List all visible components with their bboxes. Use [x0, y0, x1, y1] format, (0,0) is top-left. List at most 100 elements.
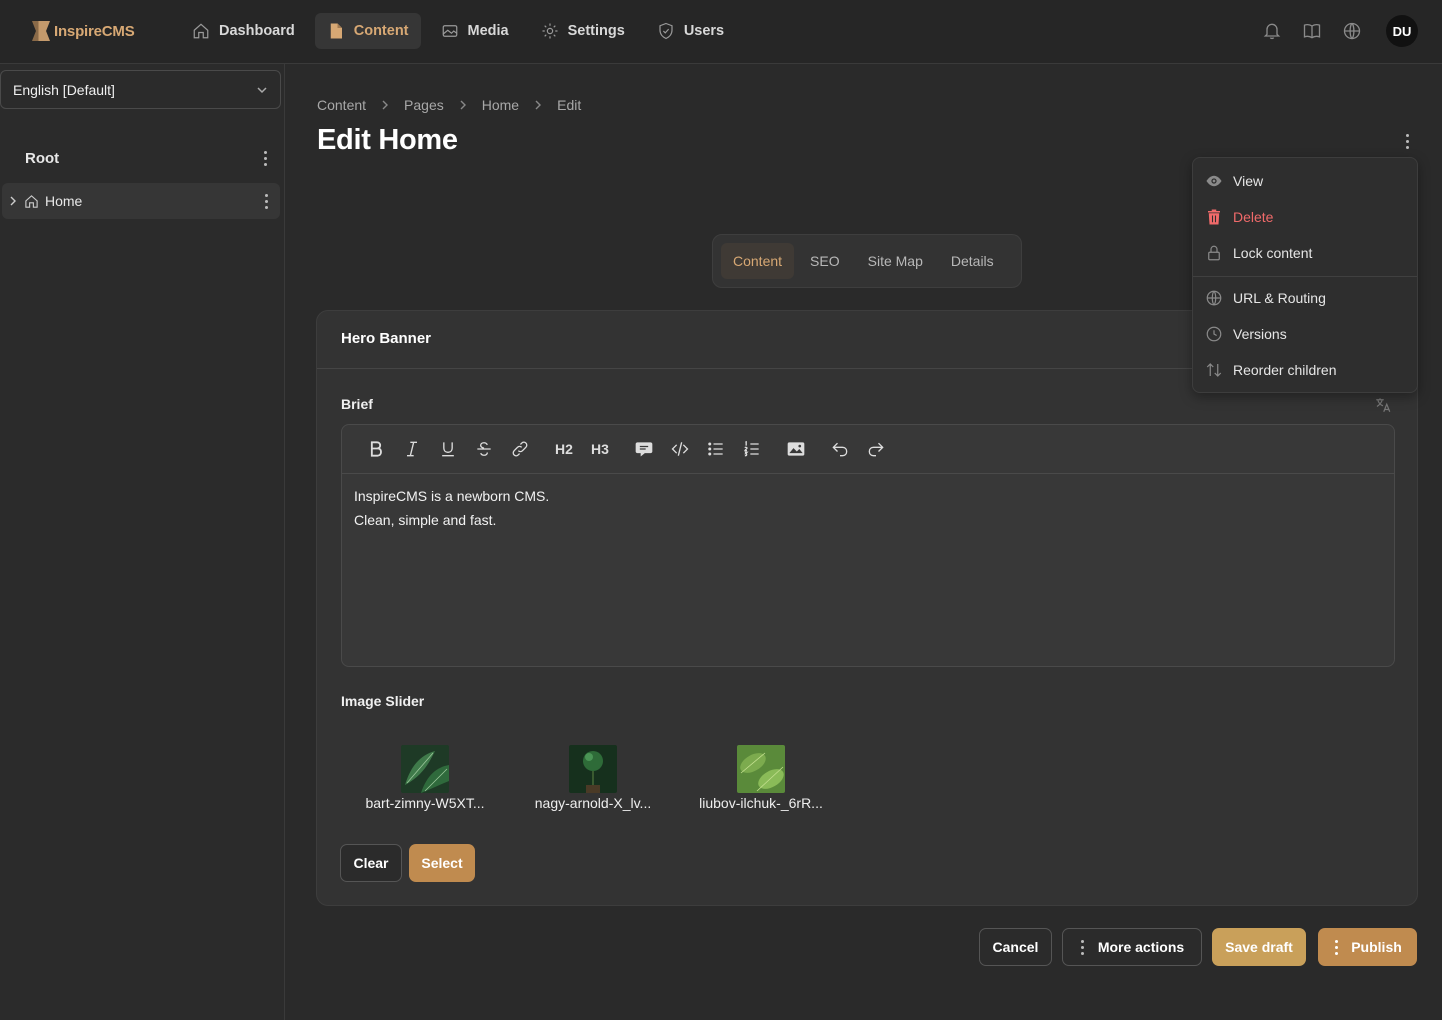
tab-site-map[interactable]: Site Map: [856, 243, 935, 279]
nav-settings[interactable]: Settings: [529, 13, 637, 49]
nav-users[interactable]: Users: [645, 13, 736, 49]
publish-label: Publish: [1351, 939, 1402, 955]
breadcrumb-pages[interactable]: Pages: [404, 97, 444, 113]
menu-item-view[interactable]: View: [1205, 172, 1263, 190]
nav-media[interactable]: Media: [429, 13, 521, 49]
tree-item-menu-icon[interactable]: [256, 191, 276, 211]
image-slider: bart-zimny-W5XT... nagy-arnold-X_lv... l…: [341, 745, 845, 811]
slider-image-item[interactable]: bart-zimny-W5XT...: [341, 745, 509, 811]
logo-icon: [32, 21, 50, 41]
page-actions-menu-icon[interactable]: [1397, 131, 1417, 151]
gear-icon: [542, 23, 558, 39]
tree-item-home[interactable]: Home: [2, 183, 280, 219]
page-actions-dropdown: View Delete Lock content URL & Routing V…: [1192, 157, 1418, 393]
strikethrough-icon[interactable]: [466, 431, 502, 467]
tab-content[interactable]: Content: [721, 243, 795, 279]
menu-divider: [1193, 276, 1417, 277]
blockquote-icon[interactable]: [626, 431, 662, 467]
sidebar: English [Default] Root Home: [0, 64, 285, 1020]
slider-image-item[interactable]: nagy-arnold-X_lv...: [509, 745, 677, 811]
menu-item-delete[interactable]: Delete: [1205, 208, 1273, 226]
nav-label: Content: [353, 23, 409, 39]
cancel-button[interactable]: Cancel: [979, 928, 1052, 966]
content-tabs: Content SEO Site Map Details: [712, 234, 1022, 288]
heading-2-button[interactable]: H2: [546, 431, 582, 467]
menu-item-label: Delete: [1233, 209, 1274, 225]
top-navigation-bar: InspireCMS Dashboard Content Media Setti…: [0, 0, 1442, 64]
heading-3-button[interactable]: H3: [582, 431, 618, 467]
undo-icon[interactable]: [822, 431, 858, 467]
breadcrumb-content[interactable]: Content: [317, 97, 366, 113]
menu-item-url-routing[interactable]: URL & Routing: [1205, 289, 1326, 307]
breadcrumb: Content Pages Home Edit: [317, 97, 581, 113]
chevron-right-icon[interactable]: [8, 196, 18, 206]
nav-label: Users: [683, 23, 725, 39]
chevron-right-icon: [535, 100, 542, 110]
ordered-list-icon[interactable]: [734, 431, 770, 467]
top-right-icons: DU: [1262, 15, 1418, 47]
logo-text: InspireCMS: [54, 22, 135, 40]
publish-button[interactable]: Publish: [1318, 928, 1417, 966]
clock-icon: [1206, 326, 1222, 342]
home-icon: [25, 194, 38, 208]
translate-icon[interactable]: [1374, 396, 1392, 414]
bold-icon[interactable]: [358, 431, 394, 467]
section-title: Hero Banner: [341, 330, 432, 347]
chevron-right-icon: [460, 100, 466, 110]
brief-rich-text-editor[interactable]: H2 H3 InspireCMS is a newborn CMS. Clean…: [341, 424, 1395, 667]
breadcrumb-edit: Edit: [557, 97, 582, 113]
publish-options-icon[interactable]: [1333, 937, 1339, 957]
code-icon[interactable]: [662, 431, 698, 467]
nav-label: Media: [467, 23, 509, 39]
menu-item-versions[interactable]: Versions: [1205, 325, 1287, 343]
editor-line: Clean, simple and fast.: [354, 512, 497, 528]
more-actions-button[interactable]: More actions: [1062, 928, 1202, 966]
chevron-down-icon: [257, 87, 267, 94]
language-value: English [Default]: [13, 81, 115, 98]
tab-seo[interactable]: SEO: [798, 243, 852, 279]
main-nav: Dashboard Content Media Settings Users: [180, 13, 736, 49]
menu-item-label: Lock content: [1233, 245, 1313, 261]
brief-label: Brief: [341, 396, 373, 412]
tree-root: Root: [25, 148, 275, 168]
chevron-right-icon: [382, 100, 389, 110]
underline-icon[interactable]: [430, 431, 466, 467]
menu-item-lock-content[interactable]: Lock content: [1205, 244, 1312, 262]
save-draft-button[interactable]: Save draft: [1212, 928, 1306, 966]
redo-icon[interactable]: [858, 431, 894, 467]
select-button[interactable]: Select: [409, 844, 475, 882]
bell-icon[interactable]: [1262, 21, 1282, 41]
globe-icon[interactable]: [1342, 21, 1362, 41]
breadcrumb-home[interactable]: Home: [482, 97, 519, 113]
editor-line: InspireCMS is a newborn CMS.: [354, 488, 550, 504]
more-icon: [1080, 937, 1086, 957]
clear-button[interactable]: Clear: [340, 844, 402, 882]
lock-icon: [1208, 245, 1220, 261]
image-slider-label: Image Slider: [341, 693, 425, 709]
language-select[interactable]: English [Default]: [0, 70, 281, 109]
hero-banner-section: Hero Banner Brief H2 H3 InspireCMS is a …: [316, 310, 1418, 906]
insert-image-icon[interactable]: [778, 431, 814, 467]
logo[interactable]: InspireCMS: [32, 21, 135, 41]
book-icon[interactable]: [1302, 21, 1322, 41]
trash-icon: [1208, 209, 1220, 225]
nav-content[interactable]: Content: [314, 13, 421, 49]
tab-details[interactable]: Details: [939, 243, 1006, 279]
sort-arrows-icon: [1206, 363, 1222, 377]
editor-toolbar: H2 H3: [342, 425, 1394, 474]
menu-item-reorder-children[interactable]: Reorder children: [1205, 361, 1337, 379]
root-label: Root: [25, 149, 60, 167]
more-actions-label: More actions: [1097, 939, 1185, 955]
nav-label: Dashboard: [219, 23, 295, 39]
italic-icon[interactable]: [394, 431, 430, 467]
root-menu-icon[interactable]: [255, 148, 275, 168]
link-icon[interactable]: [502, 431, 538, 467]
slider-image-item[interactable]: liubov-ilchuk-_6rR...: [677, 745, 845, 811]
menu-item-label: URL & Routing: [1233, 290, 1326, 306]
editor-content[interactable]: InspireCMS is a newborn CMS. Clean, simp…: [342, 474, 1394, 542]
bullet-list-icon[interactable]: [698, 431, 734, 467]
avatar[interactable]: DU: [1386, 15, 1418, 47]
nav-dashboard[interactable]: Dashboard: [180, 13, 307, 49]
slider-image-name: bart-zimny-W5XT...: [365, 795, 485, 811]
page-title: Edit Home: [317, 124, 458, 156]
